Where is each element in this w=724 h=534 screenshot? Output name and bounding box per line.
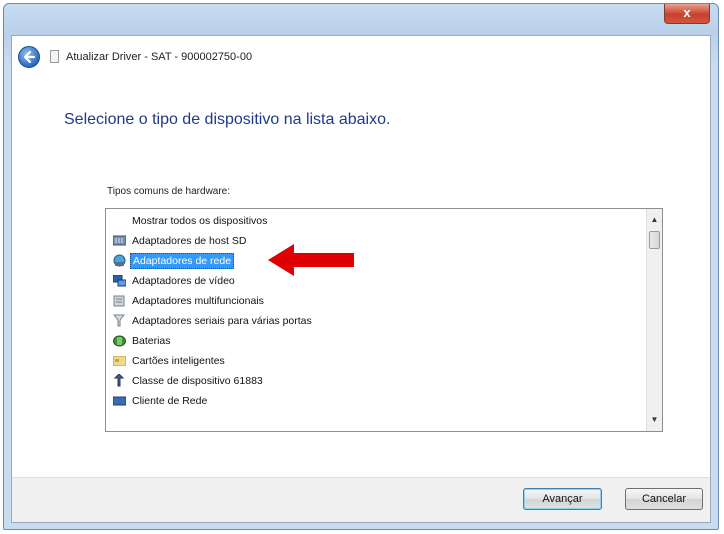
list-item-network-adapters[interactable]: Adaptadores de rede bbox=[112, 251, 235, 270]
smart-card-icon bbox=[112, 354, 126, 368]
scroll-thumb[interactable] bbox=[649, 231, 660, 249]
list-item-sd-host[interactable]: Adaptadores de host SD bbox=[112, 231, 248, 250]
back-button[interactable] bbox=[18, 46, 40, 68]
annotation-arrow-icon bbox=[268, 244, 354, 276]
list-item-batteries[interactable]: Baterias bbox=[112, 331, 173, 350]
back-arrow-icon bbox=[23, 50, 36, 64]
wizard-title: Atualizar Driver - SAT - 900002750-00 bbox=[66, 51, 253, 63]
cancel-button[interactable]: Cancelar bbox=[625, 488, 703, 510]
network-adapter-icon bbox=[112, 254, 126, 268]
list-item-device-class-61883[interactable]: Classe de dispositivo 61883 bbox=[112, 371, 265, 390]
device-icon bbox=[50, 50, 59, 63]
network-client-icon bbox=[112, 394, 126, 408]
hardware-types-label: Tipos comuns de hardware: bbox=[107, 186, 231, 197]
list-item-multifunction[interactable]: Adaptadores multifuncionais bbox=[112, 291, 266, 310]
wizard-window: x Atualizar Driver - SAT - 900002750-00 … bbox=[3, 3, 719, 530]
list-item-display-adapters[interactable]: Adaptadores de vídeo bbox=[112, 271, 237, 290]
close-button[interactable]: x bbox=[664, 4, 710, 24]
scroll-up-arrow-icon[interactable]: ▲ bbox=[647, 213, 662, 227]
sd-host-icon bbox=[112, 234, 126, 248]
wizard-content: Atualizar Driver - SAT - 900002750-00 Se… bbox=[11, 35, 711, 523]
blank-icon bbox=[112, 214, 126, 228]
hardware-type-list[interactable]: Mostrar todos os dispositivos Adaptadore… bbox=[105, 208, 663, 432]
scroll-down-arrow-icon[interactable]: ▼ bbox=[647, 413, 662, 427]
list-item-serial-ports[interactable]: Adaptadores seriais para várias portas bbox=[112, 311, 314, 330]
title-bar: x bbox=[4, 4, 718, 34]
next-button[interactable]: Avançar bbox=[523, 488, 602, 510]
list-scrollbar[interactable]: ▲ ▼ bbox=[646, 209, 662, 431]
battery-icon bbox=[112, 334, 126, 348]
multifunction-icon bbox=[112, 294, 126, 308]
list-item-network-client[interactable]: Cliente de Rede bbox=[112, 391, 209, 410]
device-class-icon bbox=[112, 374, 126, 388]
wizard-header: Atualizar Driver - SAT - 900002750-00 bbox=[12, 36, 710, 82]
list-item-show-all[interactable]: Mostrar todos os dispositivos bbox=[112, 211, 269, 230]
list-item-smart-cards[interactable]: Cartões inteligentes bbox=[112, 351, 227, 370]
instruction-heading: Selecione o tipo de dispositivo na lista… bbox=[64, 111, 391, 128]
display-adapter-icon bbox=[112, 274, 126, 288]
serial-port-icon bbox=[112, 314, 126, 328]
wizard-footer: Avançar Cancelar bbox=[12, 477, 710, 522]
